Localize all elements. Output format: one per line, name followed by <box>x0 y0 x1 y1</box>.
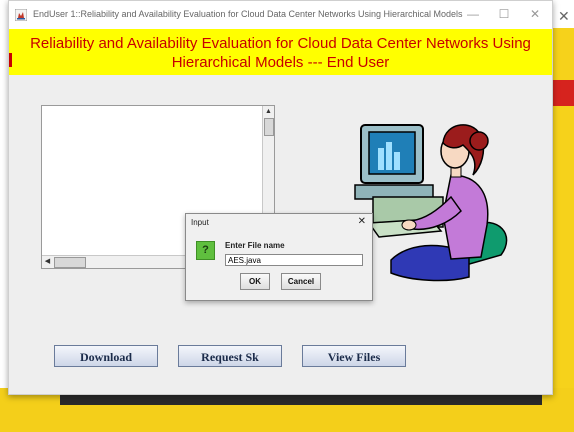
file-name-label: Enter File name <box>225 241 285 250</box>
scroll-up-arrow-icon[interactable]: ▲ <box>264 108 273 116</box>
end-user-window: EndUser 1::Reliability and Availability … <box>8 0 553 395</box>
cancel-button[interactable]: Cancel <box>281 273 321 290</box>
title-bar[interactable]: EndUser 1::Reliability and Availability … <box>9 1 552 29</box>
banner-line-2: Hierarchical Models --- End User <box>171 54 390 71</box>
banner-side-mark <box>9 53 12 67</box>
ok-button[interactable]: OK <box>240 273 270 290</box>
file-name-input[interactable] <box>225 254 363 266</box>
vertical-scroll-thumb[interactable] <box>264 118 274 136</box>
view-files-button[interactable]: View Files <box>302 345 406 367</box>
woman-at-computer-illustration <box>354 124 508 282</box>
minimize-button[interactable]: — <box>461 5 485 23</box>
banner-line-1: Reliability and Availability Evaluation … <box>30 35 531 52</box>
dialog-close-icon[interactable]: ✕ <box>358 216 366 227</box>
background-red-band <box>552 80 574 106</box>
close-button[interactable]: ✕ <box>523 5 547 23</box>
scroll-left-arrow-icon[interactable]: ◀ <box>43 257 52 267</box>
dialog-title: Input <box>191 218 209 227</box>
background-close-icon[interactable]: ✕ <box>558 8 570 25</box>
input-dialog: Input ✕ ? Enter File name OK Cancel <box>185 213 373 301</box>
download-button[interactable]: Download <box>54 345 158 367</box>
maximize-button[interactable]: ☐ <box>492 5 516 23</box>
java-app-icon <box>15 9 27 21</box>
window-title: EndUser 1::Reliability and Availability … <box>33 9 463 19</box>
question-icon: ? <box>196 241 215 260</box>
header-banner: Reliability and Availability Evaluation … <box>9 29 552 75</box>
request-sk-button[interactable]: Request Sk <box>178 345 282 367</box>
background-dark-bar <box>60 395 542 405</box>
horizontal-scroll-thumb[interactable] <box>54 257 86 268</box>
